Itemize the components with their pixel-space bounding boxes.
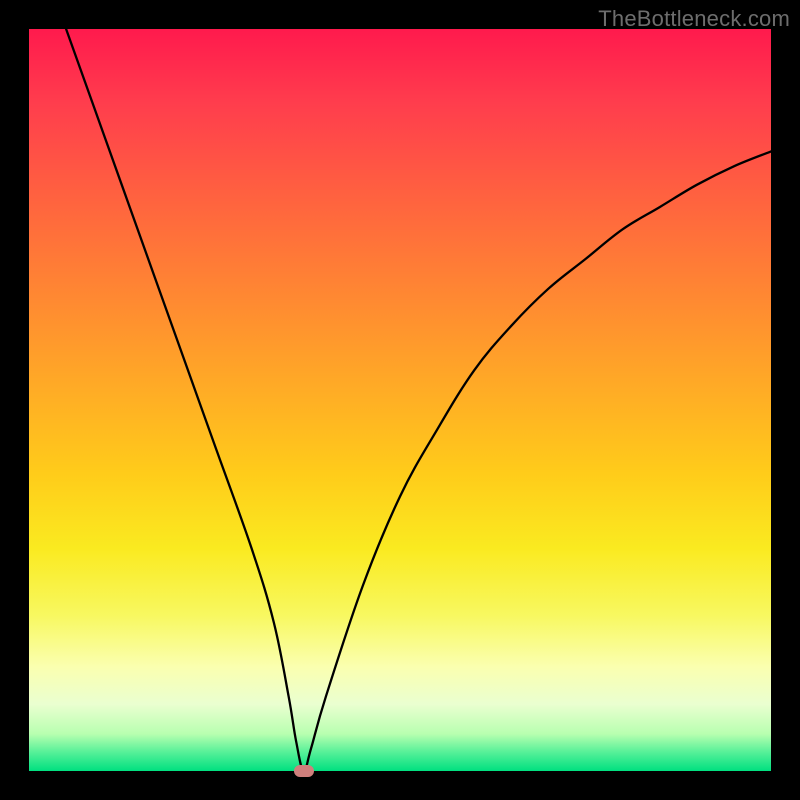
bottleneck-curve (66, 29, 771, 771)
plot-area (29, 29, 771, 771)
curve-layer (29, 29, 771, 771)
optimum-marker (294, 765, 314, 777)
watermark-text: TheBottleneck.com (598, 6, 790, 32)
chart-frame: TheBottleneck.com (0, 0, 800, 800)
